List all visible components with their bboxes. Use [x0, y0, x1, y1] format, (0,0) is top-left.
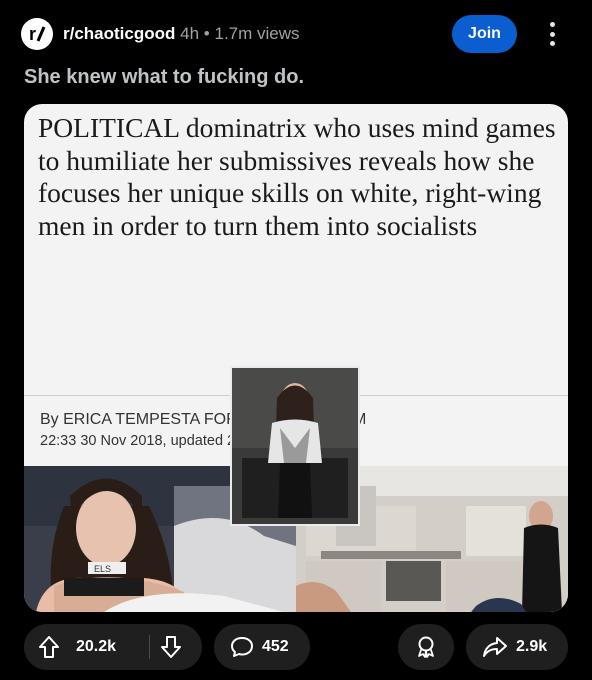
speech-bubble-icon — [230, 636, 254, 658]
share-button[interactable]: 2.9k — [466, 624, 568, 670]
post-age: 4h — [180, 24, 200, 43]
photo-inset-chair — [230, 366, 360, 526]
view-count: 1.7m views — [214, 24, 300, 43]
collar-text: ELS — [94, 564, 111, 574]
article-headline: POLITICAL dominatrix who uses mind games… — [38, 112, 556, 241]
subreddit-name[interactable]: r/chaoticgood — [63, 24, 175, 43]
reddit-r-icon[interactable]: r — [21, 18, 53, 50]
meta-separator: • — [203, 24, 210, 43]
vote-control: 20.2k — [24, 624, 202, 670]
award-button[interactable] — [398, 624, 454, 670]
share-count: 2.9k — [516, 638, 548, 655]
comment-count: 452 — [262, 638, 289, 655]
post-meta: r/chaoticgood 4h • 1.7m views — [63, 24, 300, 44]
post-image[interactable]: POLITICAL dominatrix who uses mind games… — [24, 104, 568, 612]
upvote-count: 20.2k — [76, 638, 117, 655]
post-action-bar: 20.2k 452 2.9k — [0, 620, 592, 672]
vertical-dots-icon[interactable] — [540, 18, 564, 50]
post-header: r r/chaoticgood 4h • 1.7m views Join — [0, 0, 592, 68]
vote-divider — [149, 635, 150, 659]
join-button[interactable]: Join — [452, 15, 517, 53]
up-arrow-icon[interactable] — [38, 635, 60, 659]
award-ribbon-icon — [415, 635, 437, 659]
comments-button[interactable]: 452 — [214, 624, 310, 670]
svg-text:r: r — [29, 24, 36, 44]
share-arrow-icon — [482, 636, 508, 658]
down-arrow-icon[interactable] — [160, 635, 182, 659]
post-title: She knew what to fucking do. — [24, 66, 305, 88]
